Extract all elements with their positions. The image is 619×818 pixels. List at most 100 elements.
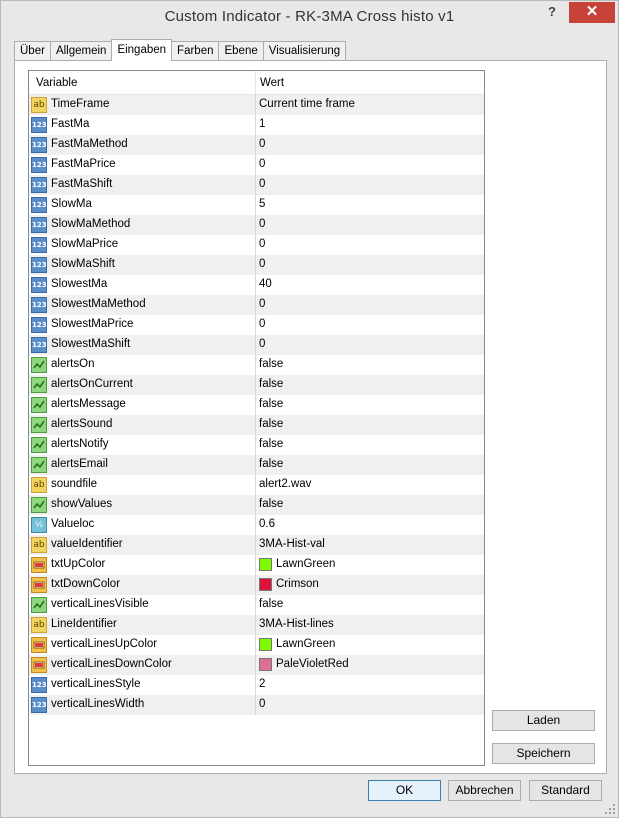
table-row[interactable]: verticalLinesDownColor PaleVioletRed <box>29 655 484 675</box>
variable-value[interactable]: 3MA-Hist-lines <box>259 618 334 630</box>
table-row[interactable]: 123 SlowMaPrice 0 <box>29 235 484 255</box>
variable-value[interactable]: 0 <box>259 338 265 350</box>
title-bar[interactable]: Custom Indicator - RK-3MA Cross histo v1… <box>1 1 618 33</box>
variable-value[interactable]: 3MA-Hist-val <box>259 538 325 550</box>
tab-ueber[interactable]: Über <box>14 41 51 61</box>
table-row[interactable]: ab soundfile alert2.wav <box>29 475 484 495</box>
variable-value[interactable]: 0 <box>259 298 265 310</box>
variable-value[interactable]: 0 <box>259 218 265 230</box>
tab-visualisierung[interactable]: Visualisierung <box>262 41 347 61</box>
variable-value[interactable]: 0.6 <box>259 518 275 530</box>
variable-value[interactable]: 0 <box>259 318 265 330</box>
cell-divider <box>255 255 256 275</box>
variable-value[interactable]: LawnGreen <box>276 638 335 650</box>
table-row[interactable]: showValues false <box>29 495 484 515</box>
variable-value[interactable]: Crimson <box>276 578 319 590</box>
variable-value[interactable]: 0 <box>259 138 265 150</box>
table-row[interactable]: ab LineIdentifier 3MA-Hist-lines <box>29 615 484 635</box>
table-row[interactable]: alertsNotify false <box>29 435 484 455</box>
variable-value[interactable]: LawnGreen <box>276 558 335 570</box>
color-swatch[interactable] <box>259 558 272 571</box>
variable-value[interactable]: false <box>259 398 283 410</box>
header-divider[interactable] <box>255 71 256 95</box>
table-row[interactable]: 123 SlowMa 5 <box>29 195 484 215</box>
tab-ebene[interactable]: Ebene <box>218 41 264 61</box>
table-row[interactable]: txtUpColor LawnGreen <box>29 555 484 575</box>
variable-value[interactable]: 0 <box>259 238 265 250</box>
table-row[interactable]: verticalLinesUpColor LawnGreen <box>29 635 484 655</box>
table-row[interactable]: 123 SlowestMaPrice 0 <box>29 315 484 335</box>
table-row[interactable]: 123 SlowMaShift 0 <box>29 255 484 275</box>
color-swatch[interactable] <box>259 638 272 651</box>
table-row[interactable]: 123 SlowestMaShift 0 <box>29 335 484 355</box>
tab-allgemein[interactable]: Allgemein <box>49 41 113 61</box>
variable-value[interactable]: false <box>259 378 283 390</box>
integer-type-icon: 123 <box>31 277 47 293</box>
cell-divider <box>255 655 256 675</box>
load-button[interactable]: Laden <box>492 710 595 731</box>
table-row[interactable]: 123 SlowestMa 40 <box>29 275 484 295</box>
save-button[interactable]: Speichern <box>492 743 595 764</box>
ok-button[interactable]: OK <box>368 780 441 801</box>
string-type-icon: ab <box>31 617 47 633</box>
table-row[interactable]: 123 verticalLinesWidth 0 <box>29 695 484 715</box>
variable-value[interactable]: 1 <box>259 118 265 130</box>
variable-value[interactable]: false <box>259 358 283 370</box>
cell-divider <box>255 455 256 475</box>
variable-value[interactable]: alert2.wav <box>259 478 311 490</box>
table-row[interactable]: 123 verticalLinesStyle 2 <box>29 675 484 695</box>
variable-value[interactable]: 2 <box>259 678 265 690</box>
integer-type-icon: 123 <box>31 197 47 213</box>
default-button[interactable]: Standard <box>529 780 602 801</box>
table-row[interactable]: 123 SlowestMaMethod 0 <box>29 295 484 315</box>
table-row[interactable]: 123 FastMaPrice 0 <box>29 155 484 175</box>
variable-name: alertsOnCurrent <box>51 378 133 390</box>
variable-value[interactable]: 5 <box>259 198 265 210</box>
variable-value[interactable]: false <box>259 438 283 450</box>
table-row[interactable]: alertsOn false <box>29 355 484 375</box>
table-row[interactable]: txtDownColor Crimson <box>29 575 484 595</box>
table-row[interactable]: 123 FastMa 1 <box>29 115 484 135</box>
table-row[interactable]: ab TimeFrame Current time frame <box>29 95 484 115</box>
close-button[interactable]: ✕ <box>569 2 615 23</box>
tab-farben[interactable]: Farben <box>171 41 220 61</box>
variable-value[interactable]: false <box>259 418 283 430</box>
variable-name: SlowestMaMethod <box>51 298 146 310</box>
help-button[interactable]: ? <box>539 2 565 23</box>
inputs-panel: Variable Wert ab TimeFrame Current time fr… <box>14 60 607 774</box>
resize-grip-icon[interactable] <box>605 804 615 814</box>
table-row[interactable]: verticalLinesVisible false <box>29 595 484 615</box>
variable-value[interactable]: false <box>259 458 283 470</box>
table-row[interactable]: 123 SlowMaMethod 0 <box>29 215 484 235</box>
table-row[interactable]: ½ Valueloc 0.6 <box>29 515 484 535</box>
color-type-icon <box>31 637 47 653</box>
variable-value[interactable]: false <box>259 598 283 610</box>
variable-value[interactable]: 0 <box>259 698 265 710</box>
variable-value[interactable]: 0 <box>259 178 265 190</box>
variable-value[interactable]: false <box>259 498 283 510</box>
cell-divider <box>255 435 256 455</box>
variable-value[interactable]: 0 <box>259 158 265 170</box>
integer-type-icon: 123 <box>31 257 47 273</box>
table-row[interactable]: alertsSound false <box>29 415 484 435</box>
table-row[interactable]: alertsOnCurrent false <box>29 375 484 395</box>
integer-type-icon: 123 <box>31 117 47 133</box>
tab-eingaben[interactable]: Eingaben <box>111 39 173 61</box>
value-column-header[interactable]: Wert <box>260 77 284 89</box>
table-row[interactable]: ab valueIdentifier 3MA-Hist-val <box>29 535 484 555</box>
table-row[interactable]: 123 FastMaShift 0 <box>29 175 484 195</box>
cell-divider <box>255 475 256 495</box>
integer-type-icon: 123 <box>31 677 47 693</box>
color-swatch[interactable] <box>259 578 272 591</box>
variable-value[interactable]: PaleVioletRed <box>276 658 349 670</box>
variable-name: txtUpColor <box>51 558 106 570</box>
cancel-button[interactable]: Abbrechen <box>448 780 521 801</box>
color-swatch[interactable] <box>259 658 272 671</box>
table-row[interactable]: 123 FastMaMethod 0 <box>29 135 484 155</box>
table-row[interactable]: alertsEmail false <box>29 455 484 475</box>
variable-value[interactable]: Current time frame <box>259 98 355 110</box>
variable-column-header[interactable]: Variable <box>36 77 77 89</box>
variable-value[interactable]: 0 <box>259 258 265 270</box>
table-row[interactable]: alertsMessage false <box>29 395 484 415</box>
variable-value[interactable]: 40 <box>259 278 272 290</box>
